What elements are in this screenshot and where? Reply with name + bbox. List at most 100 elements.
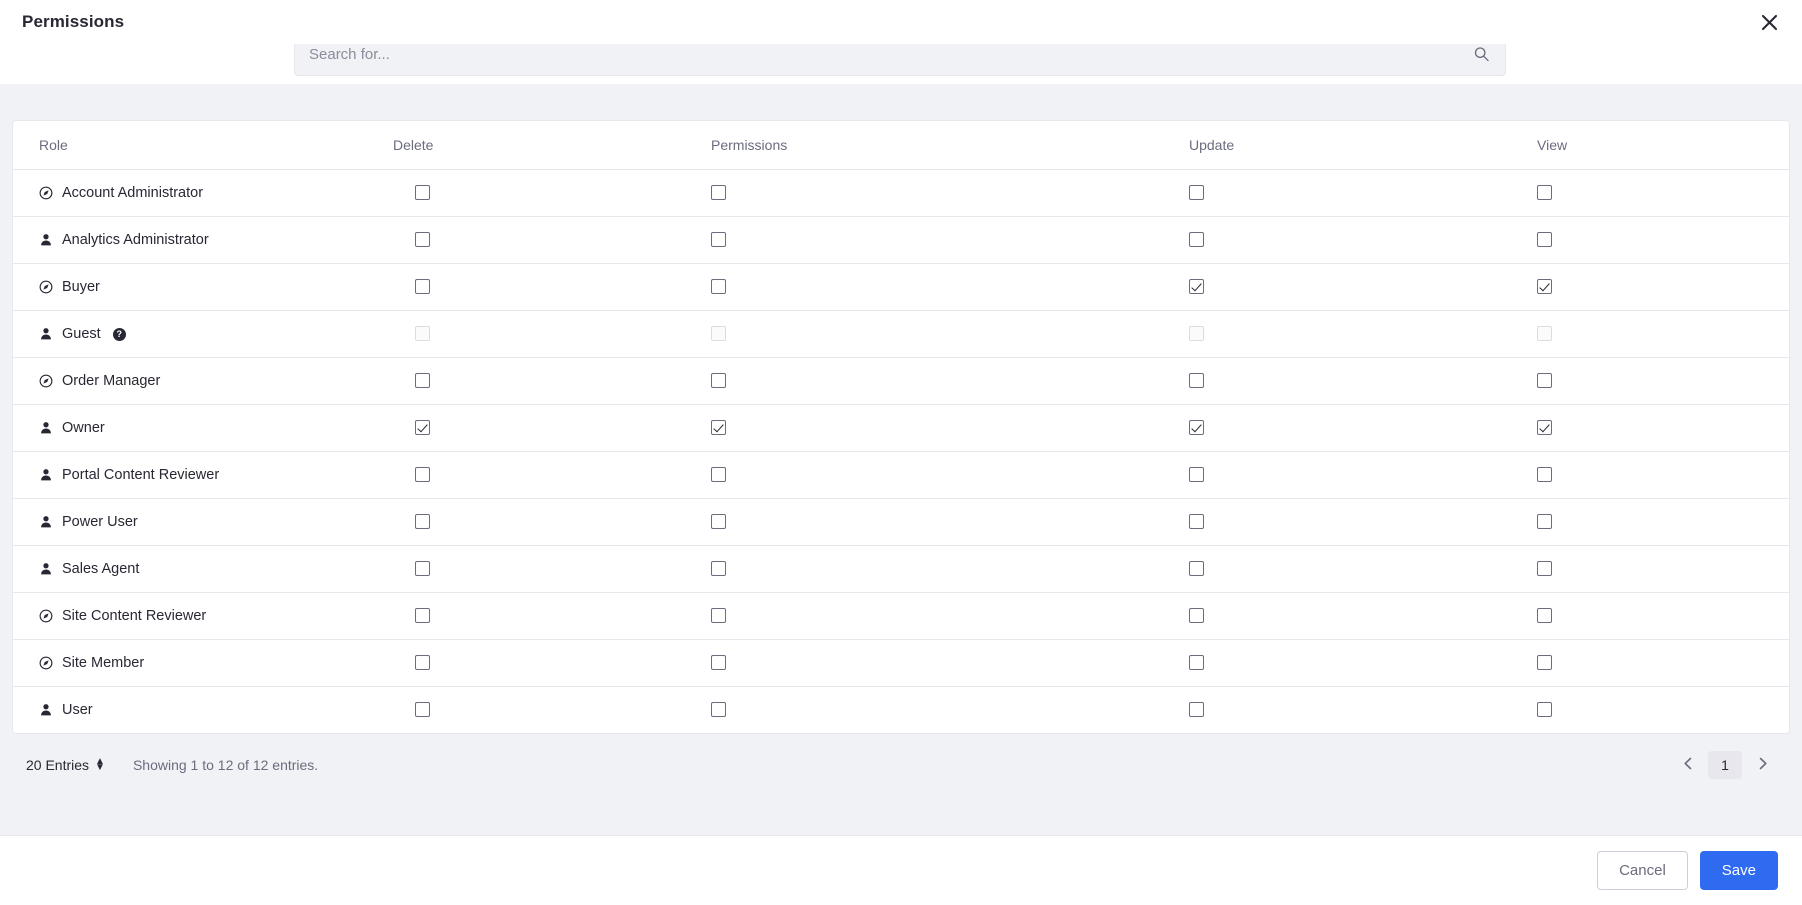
cell-update — [1189, 498, 1537, 546]
checkbox-delete[interactable] — [415, 561, 430, 577]
checkbox-view[interactable] — [1537, 232, 1552, 248]
entries-per-page-select[interactable]: 20 Entries ▲ ▼ — [26, 755, 105, 773]
role-label: Site Member — [62, 655, 145, 671]
cell-permissions — [711, 357, 1189, 405]
checkbox-view[interactable] — [1537, 279, 1552, 295]
cell-delete — [393, 592, 711, 640]
checkbox-view[interactable] — [1537, 561, 1552, 577]
cancel-button[interactable]: Cancel — [1597, 851, 1688, 890]
checkbox-update[interactable] — [1189, 467, 1204, 483]
checkbox-permissions[interactable] — [711, 420, 726, 436]
checkbox-delete[interactable] — [415, 373, 430, 389]
updown-arrows-icon: ▲ ▼ — [95, 755, 105, 773]
table-row: Account Administrator — [13, 169, 1789, 217]
cell-delete — [393, 498, 711, 546]
cell-delete — [393, 357, 711, 405]
page-number-1[interactable]: 1 — [1708, 751, 1742, 779]
checkbox-update[interactable] — [1189, 232, 1204, 248]
checkbox-view[interactable] — [1537, 655, 1552, 671]
checkbox-delete[interactable] — [415, 514, 430, 530]
next-page-button[interactable] — [1748, 751, 1776, 779]
checkbox-delete — [415, 326, 430, 342]
checkbox-permissions[interactable] — [711, 232, 726, 248]
table-footer: 20 Entries ▲ ▼ Showing 1 to 12 of 12 entr… — [12, 734, 1790, 796]
role-label: User — [62, 702, 93, 718]
checkbox-permissions[interactable] — [711, 514, 726, 530]
cell-update — [1189, 592, 1537, 640]
checkbox-permissions[interactable] — [711, 279, 726, 295]
checkbox-update[interactable] — [1189, 655, 1204, 671]
checkbox-delete[interactable] — [415, 420, 430, 436]
checkbox-update[interactable] — [1189, 185, 1204, 201]
close-button[interactable] — [1754, 7, 1784, 37]
checkbox-view[interactable] — [1537, 608, 1552, 624]
user-icon — [39, 562, 53, 576]
checkbox-update[interactable] — [1189, 420, 1204, 436]
checkbox-view[interactable] — [1537, 514, 1552, 530]
save-button[interactable]: Save — [1699, 851, 1778, 890]
role-cell: Account Administrator — [13, 169, 393, 217]
checkbox-delete[interactable] — [415, 655, 430, 671]
compass-icon — [39, 280, 53, 294]
checkbox-delete[interactable] — [415, 232, 430, 248]
checkbox-delete[interactable] — [415, 702, 430, 718]
role-label: Owner — [62, 420, 105, 436]
role-cell: Site Member — [13, 639, 393, 687]
column-header-permissions: Permissions — [711, 121, 1189, 170]
cell-delete — [393, 216, 711, 264]
checkbox-view[interactable] — [1537, 467, 1552, 483]
role-label: Guest — [62, 326, 101, 342]
previous-page-button[interactable] — [1674, 751, 1702, 779]
cell-permissions — [711, 639, 1189, 687]
search-input[interactable] — [309, 45, 1491, 63]
checkbox-view[interactable] — [1537, 185, 1552, 201]
checkbox-update[interactable] — [1189, 561, 1204, 577]
checkbox-view[interactable] — [1537, 373, 1552, 389]
permissions-table-card: Role Delete Permissions Update View Acco… — [12, 120, 1790, 734]
chevron-left-icon — [1682, 757, 1695, 773]
checkbox-view[interactable] — [1537, 702, 1552, 718]
role-cell: Portal Content Reviewer — [13, 451, 393, 499]
checkbox-update[interactable] — [1189, 279, 1204, 295]
checkbox-delete[interactable] — [415, 185, 430, 201]
table-row: Site Member — [13, 639, 1789, 687]
checkbox-update[interactable] — [1189, 514, 1204, 530]
checkbox-update[interactable] — [1189, 373, 1204, 389]
cell-view — [1537, 545, 1789, 593]
cell-delete — [393, 686, 711, 733]
user-icon — [39, 421, 53, 435]
help-icon[interactable]: ? — [112, 327, 126, 341]
cell-delete — [393, 169, 711, 217]
checkbox-update[interactable] — [1189, 608, 1204, 624]
compass-icon — [39, 374, 53, 388]
search-icon[interactable] — [1474, 47, 1489, 62]
table-row: Order Manager — [13, 357, 1789, 405]
checkbox-view[interactable] — [1537, 420, 1552, 436]
page-title: Permissions — [22, 12, 125, 31]
checkbox-permissions[interactable] — [711, 185, 726, 201]
checkbox-permissions[interactable] — [711, 467, 726, 483]
cell-permissions — [711, 592, 1189, 640]
checkbox-permissions — [711, 326, 726, 342]
checkbox-permissions[interactable] — [711, 561, 726, 577]
role-cell: Order Manager — [13, 357, 393, 405]
checkbox-delete[interactable] — [415, 467, 430, 483]
checkbox-delete[interactable] — [415, 608, 430, 624]
modal-body: Role Delete Permissions Update View Acco… — [0, 84, 1802, 835]
checkbox-permissions[interactable] — [711, 373, 726, 389]
table-row: Site Content Reviewer — [13, 592, 1789, 640]
cell-permissions — [711, 451, 1189, 499]
role-label: Account Administrator — [62, 185, 204, 201]
cell-view — [1537, 169, 1789, 217]
cell-view — [1537, 263, 1789, 311]
checkbox-permissions[interactable] — [711, 702, 726, 718]
cell-update — [1189, 216, 1537, 264]
cell-view — [1537, 639, 1789, 687]
checkbox-permissions[interactable] — [711, 655, 726, 671]
role-label: Order Manager — [62, 373, 161, 389]
checkbox-delete[interactable] — [415, 279, 430, 295]
cell-permissions — [711, 169, 1189, 217]
checkbox-permissions[interactable] — [711, 608, 726, 624]
checkbox-update[interactable] — [1189, 702, 1204, 718]
role-cell: Buyer — [13, 263, 393, 311]
